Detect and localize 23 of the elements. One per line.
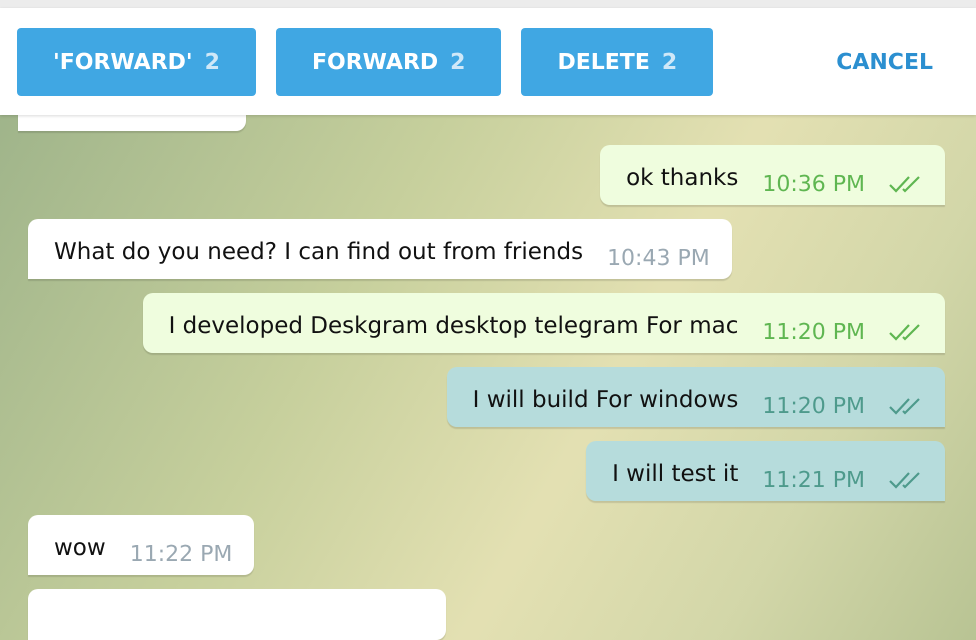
message-text: ok thanks (626, 164, 738, 191)
message-time: 11:20 PM (762, 394, 865, 419)
message-bubble[interactable]: wow 11:22 PM (28, 514, 254, 575)
message-text: wow (54, 534, 106, 561)
message-bubble[interactable] (28, 588, 446, 640)
selection-count: 2 (204, 50, 220, 74)
selection-count: 2 (662, 50, 678, 74)
message-bubble[interactable]: I will build For windows 11:20 PM (446, 366, 945, 427)
message-time: 10:43 PM (607, 246, 710, 271)
message-time: 11:22 PM (130, 542, 232, 567)
message-text: I will build For windows (472, 386, 738, 413)
message-text: I will test it (612, 460, 738, 487)
message-bubble[interactable]: What do you need? I can find out from friends 10:43 PM (28, 218, 732, 279)
message-time: 10:36 PM (762, 172, 865, 197)
message-text: What do you need? I can find out from friends (54, 238, 584, 265)
message-time: 11:20 PM (762, 320, 865, 345)
message-bubble[interactable]: I developed Deskgram desktop telegram For mac 11:20 PM (142, 292, 945, 353)
message-time: 11:21 PM (762, 468, 865, 493)
cancel-button[interactable]: CANCEL (830, 28, 939, 96)
message-text: I developed Deskgram desktop telegram For mac (168, 312, 738, 339)
message-bubble[interactable]: ok thanks 10:36 PM (600, 144, 945, 205)
selection-count: 2 (450, 50, 466, 74)
message-bubble[interactable]: I will test it 11:21 PM (586, 440, 945, 501)
